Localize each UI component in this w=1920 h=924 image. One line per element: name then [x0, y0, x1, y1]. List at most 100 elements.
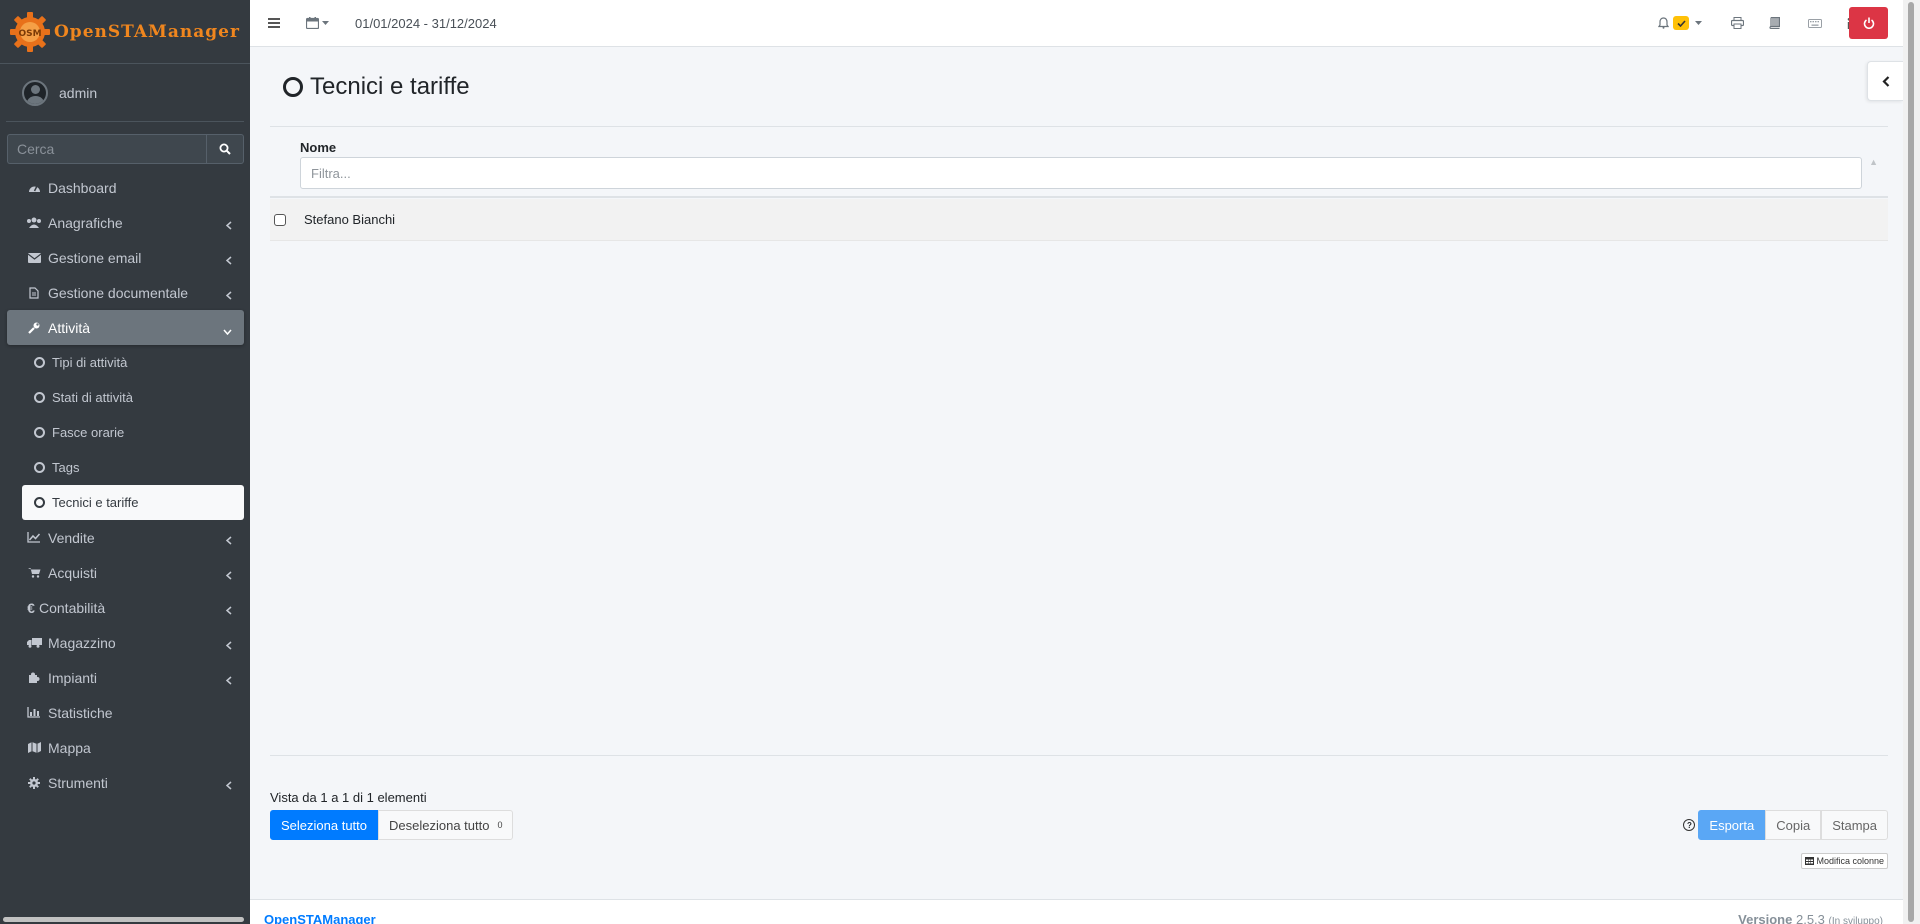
chevron-left-icon: [225, 217, 232, 233]
print-table-label: Stampa: [1832, 817, 1877, 833]
sidebar-item-label: Strumenti: [48, 774, 108, 791]
chevron-left-icon: [225, 567, 232, 583]
selected-count-badge: 0: [497, 820, 503, 830]
sidebar-item-label: Statistiche: [48, 704, 113, 721]
caret-down-icon: [1695, 21, 1702, 25]
page-scrollbar[interactable]: [1903, 0, 1920, 924]
sidebar-item-contabilita[interactable]: € Contabilità: [7, 590, 244, 625]
chevron-left-icon: [225, 777, 232, 793]
sidebar-subitem-label: Tecnici e tariffe: [52, 495, 139, 510]
dashboard-icon: [26, 182, 42, 193]
chevron-left-icon: [225, 252, 232, 268]
logout-button[interactable]: [1849, 7, 1888, 39]
sidebar-subitem-tipi-attivita[interactable]: Tipi di attività: [22, 345, 244, 380]
table-icon: [1805, 857, 1815, 865]
sidebar-item-dashboard[interactable]: Dashboard: [7, 170, 244, 205]
print-table-button[interactable]: Stampa: [1821, 810, 1888, 840]
deselect-all-button[interactable]: Deseleziona tutto 0: [378, 810, 514, 840]
right-panel-toggle[interactable]: [1867, 61, 1903, 101]
circle-icon: [34, 427, 45, 438]
search-button[interactable]: [206, 134, 244, 164]
question-circle-icon[interactable]: ?: [1683, 819, 1696, 831]
menu-toggle-button[interactable]: [268, 0, 280, 46]
footer-link[interactable]: OpenSTAManager: [264, 912, 376, 924]
sidebar-item-attivita[interactable]: Attività: [7, 310, 244, 345]
avatar: [22, 79, 48, 106]
main-content: Tecnici e tariffe Nome ▲ Stefano Bianchi…: [250, 47, 1903, 924]
sidebar-subitem-stati-attivita[interactable]: Stati di attività: [22, 380, 244, 415]
check-badge: [1673, 16, 1689, 30]
chart-line-icon: [26, 532, 42, 543]
circle-icon: [34, 392, 45, 403]
map-icon: [26, 742, 42, 753]
modify-columns-button[interactable]: Modifica colonne: [1801, 853, 1888, 869]
brand[interactable]: OSM OpenSTAManager: [0, 0, 250, 64]
copy-label: Copia: [1776, 817, 1811, 833]
footer-version: Versione 2.5.3 (In sviluppo): [1738, 912, 1883, 924]
filter-input[interactable]: [300, 157, 1862, 189]
table-info: Vista da 1 a 1 di 1 elementi: [270, 790, 427, 805]
sidebar-subitem-tags[interactable]: Tags: [22, 450, 244, 485]
wrench-icon: [26, 322, 42, 334]
sidebar-item-label: Acquisti: [48, 564, 98, 581]
chevron-left-icon: [225, 602, 232, 618]
circle-icon: [34, 462, 45, 473]
deselect-all-label: Deseleziona tutto: [389, 817, 490, 833]
export-buttons: ? Esporta Copia Stampa: [1683, 810, 1888, 840]
sidebar-item-label: Contabilità: [39, 599, 106, 616]
sidebar-item-vendite[interactable]: Vendite: [7, 520, 244, 555]
sidebar-item-mappa[interactable]: Mappa: [7, 730, 244, 765]
sort-icon[interactable]: ▲: [1869, 157, 1878, 167]
chevron-left-icon: [225, 532, 232, 548]
select-all-button[interactable]: Seleziona tutto: [270, 810, 379, 840]
column-header-nome[interactable]: Nome: [300, 140, 336, 155]
keyboard-button[interactable]: [1808, 0, 1822, 46]
sidebar-item-label: Anagrafiche: [48, 214, 123, 231]
select-all-label: Seleziona tutto: [281, 817, 368, 833]
sidebar-item-impianti[interactable]: Impianti: [7, 660, 244, 695]
sidebar-item-magazzino[interactable]: Magazzino: [7, 625, 244, 660]
version-number: 2.5.3: [1795, 912, 1825, 924]
copy-button[interactable]: Copia: [1765, 810, 1822, 840]
book-button[interactable]: [1769, 0, 1780, 46]
book-icon: [1769, 17, 1780, 29]
sidebar-item-label: Gestione documentale: [48, 284, 189, 301]
sidebar-item-label: Mappa: [48, 739, 91, 756]
scrollbar-thumb[interactable]: [1908, 2, 1914, 922]
sidebar-subitem-fasce-orarie[interactable]: Fasce orarie: [22, 415, 244, 450]
topbar: 01/01/2024 - 31/12/2024: [250, 0, 1903, 47]
table-row[interactable]: Stefano Bianchi: [270, 199, 1888, 241]
calendar-dropdown-button[interactable]: [306, 0, 329, 46]
sidebar-item-label: Attività: [48, 319, 91, 336]
search-icon: [219, 143, 231, 155]
search-input[interactable]: [7, 134, 206, 164]
modify-columns-label: Modifica colonne: [1816, 856, 1884, 866]
gear-logo-icon: OSM: [8, 10, 52, 54]
euro-icon: €: [27, 599, 35, 616]
sidebar-subitem-label: Stati di attività: [52, 390, 133, 405]
sidebar-item-gestione-email[interactable]: Gestione email: [7, 240, 244, 275]
cart-icon: [26, 567, 42, 578]
export-button[interactable]: Esporta: [1698, 810, 1766, 840]
sidebar-search: [7, 134, 244, 164]
sidebar-item-statistiche[interactable]: Statistiche: [7, 695, 244, 730]
bar-chart-icon: [26, 707, 42, 718]
sidebar-item-anagrafiche[interactable]: Anagrafiche: [7, 205, 244, 240]
circle-icon: [34, 357, 45, 368]
sidebar-scrollbar[interactable]: [3, 917, 244, 922]
print-button[interactable]: [1731, 0, 1744, 46]
row-checkbox[interactable]: [274, 213, 286, 226]
page-title-text: Tecnici e tariffe: [310, 73, 470, 100]
sidebar-item-strumenti[interactable]: Strumenti: [7, 765, 244, 800]
sidebar-item-acquisti[interactable]: Acquisti: [7, 555, 244, 590]
sidebar-subitem-label: Fasce orarie: [52, 425, 125, 440]
user-name[interactable]: admin: [59, 85, 97, 101]
sidebar-subitem-tecnici-tariffe[interactable]: Tecnici e tariffe: [22, 485, 244, 520]
user-panel[interactable]: admin: [6, 64, 244, 122]
sidebar-nav: Dashboard Anagrafiche Gestione email Ges…: [0, 170, 250, 800]
notifications-button[interactable]: [1658, 0, 1702, 46]
chevron-left-icon: [225, 672, 232, 688]
sidebar-item-gestione-documentale[interactable]: Gestione documentale: [7, 275, 244, 310]
hamburger-icon: [268, 18, 280, 28]
date-range[interactable]: 01/01/2024 - 31/12/2024: [355, 0, 497, 46]
